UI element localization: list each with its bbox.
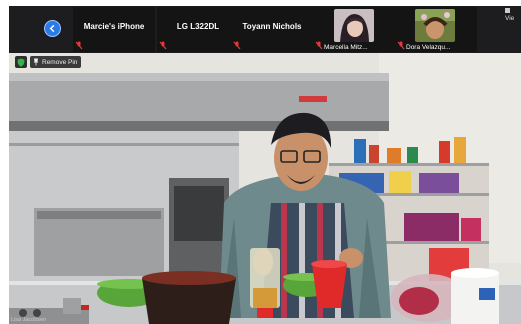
muted-microphone-icon [159, 41, 167, 50]
participant-strip: Marcie's iPhone LG L322DL Toyann Nichols [9, 6, 521, 53]
kitchen-video-frame [9, 53, 521, 324]
speaker-name-label: Lisa Jacobsen [11, 317, 47, 323]
participant-video-thumbnail [334, 9, 374, 42]
participant-tile-dora[interactable]: Dora Velazqu... [395, 7, 477, 52]
participant-tile-toyann-nichols[interactable]: Toyann Nichols [231, 7, 313, 52]
main-video: Remove Pin Lisa Jacobsen [9, 53, 521, 324]
muted-microphone-icon [315, 41, 323, 50]
shield-icon [17, 58, 25, 67]
participant-name: Marcella Mitz... [324, 44, 368, 51]
participant-tile-marcella[interactable]: Marcella Mitz... [313, 7, 395, 52]
participant-name: Dora Velazqu... [406, 44, 451, 51]
view-label: Vie [505, 15, 515, 22]
shelf-item [354, 139, 366, 163]
participant-video-thumbnail [415, 9, 455, 42]
participant-tile-lg-l322dl[interactable]: LG L322DL [157, 7, 239, 52]
zoom-meeting-window: Marcie's iPhone LG L322DL Toyann Nichols [9, 6, 521, 324]
remove-pin-button[interactable]: Remove Pin [30, 56, 82, 68]
chevron-left-icon [49, 24, 55, 33]
muted-microphone-icon [397, 41, 405, 50]
participant-name: Marcie's iPhone [83, 22, 145, 31]
participant-name: Toyann Nichols [242, 22, 302, 31]
view-menu-button[interactable]: Vie [505, 8, 521, 22]
participant-tile-marcies-iphone[interactable]: Marcie's iPhone [73, 7, 155, 52]
previous-page-button[interactable] [44, 20, 61, 37]
range-hood [9, 73, 389, 128]
red-cup [312, 264, 347, 308]
participant-name: LG L322DL [176, 22, 220, 31]
pin-icon [33, 58, 39, 66]
remove-pin-label: Remove Pin [42, 58, 78, 66]
grid-icon [505, 8, 510, 13]
muted-microphone-icon [233, 41, 241, 50]
security-badge[interactable] [15, 56, 27, 68]
muted-microphone-icon [75, 41, 83, 50]
hood-label [299, 96, 327, 102]
